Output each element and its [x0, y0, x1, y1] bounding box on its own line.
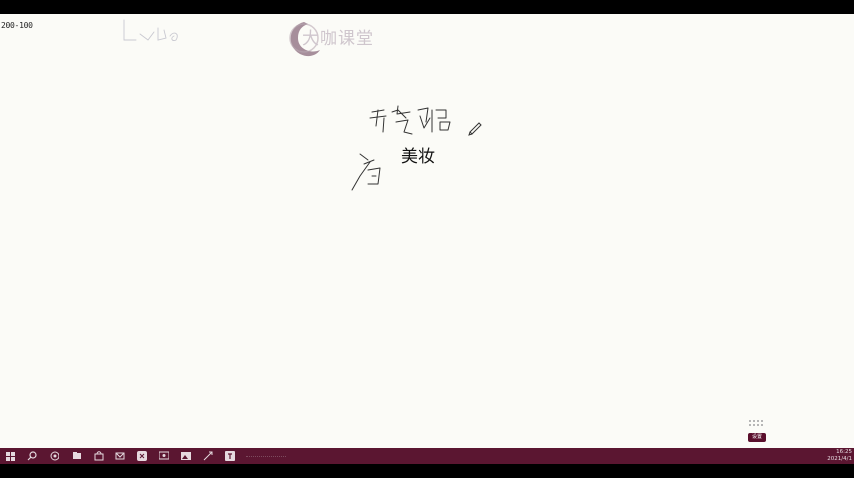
app-icon[interactable] — [137, 451, 147, 461]
text-app-icon[interactable] — [225, 451, 235, 461]
clock-time: 16:25 — [836, 449, 852, 455]
mail-icon[interactable] — [115, 451, 125, 461]
clock-date: 2021/4/1 — [827, 456, 852, 462]
store-icon[interactable] — [94, 451, 104, 461]
grid-dots-icon[interactable] — [748, 419, 766, 429]
whiteboard-canvas[interactable]: 200-100 大咖课堂 美妆 设置 — [0, 14, 854, 448]
bottom-letterbox-bar — [0, 464, 854, 478]
screen-icon[interactable] — [159, 451, 169, 461]
search-icon[interactable] — [27, 451, 37, 461]
settings-button[interactable]: 设置 — [748, 433, 766, 442]
gallery-icon[interactable] — [181, 451, 191, 461]
handwriting-layer — [123, 19, 482, 191]
taskbar-divider — [246, 456, 286, 457]
top-letterbox-bar — [0, 0, 854, 14]
system-clock[interactable]: 16:25 2021/4/1 — [827, 449, 852, 463]
task-view-icon[interactable] — [49, 451, 59, 461]
main-word-text: 美妆 — [401, 147, 435, 167]
windows-start-icon[interactable] — [5, 451, 15, 461]
file-explorer-icon[interactable] — [72, 451, 82, 461]
tools-icon[interactable] — [203, 451, 213, 461]
faint-ink-scribble — [123, 19, 178, 41]
pencil-icon — [468, 122, 482, 136]
taskbar: 16:25 2021/4/1 — [0, 448, 854, 464]
